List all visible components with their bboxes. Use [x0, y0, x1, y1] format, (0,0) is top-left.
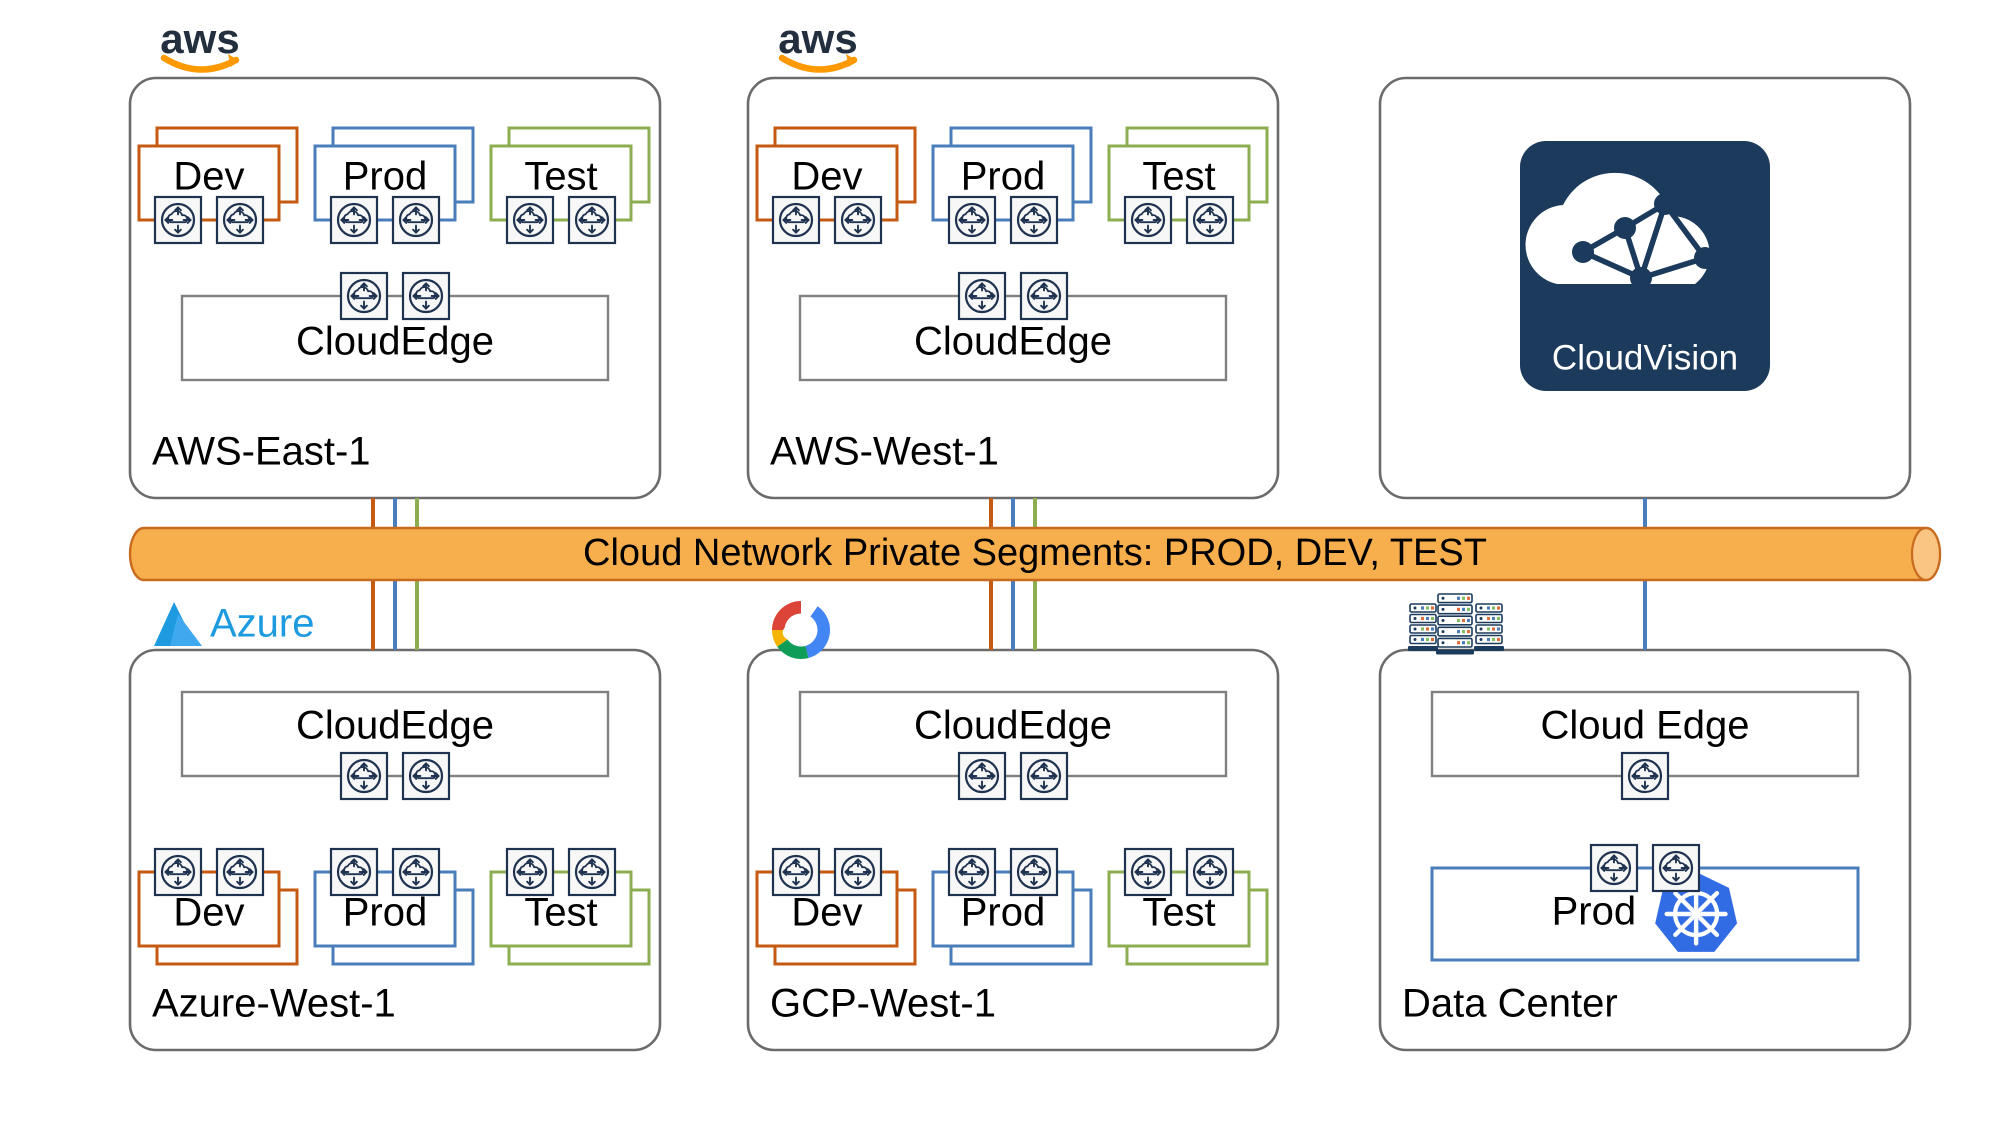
zone-label: AWS-West-1 — [770, 430, 999, 474]
cloudedge-label: Cloud Edge — [1540, 704, 1749, 748]
segment-label: Prod — [343, 891, 428, 935]
segment-label: Prod — [961, 891, 1046, 935]
router-icon — [957, 751, 1007, 801]
aws-wordmark: aws — [160, 15, 239, 62]
router-icon — [1589, 843, 1639, 893]
router-icon — [1651, 843, 1701, 893]
router-icon — [771, 195, 821, 245]
backbone-cylinder[interactable]: Cloud Network Private Segments: PROD, DE… — [128, 526, 1942, 582]
zone-aws-west-1[interactable]: AWS-West-1 aws Dev Prod Test CloudEdge — [746, 15, 1280, 500]
segment-label: Test — [524, 891, 597, 935]
segment-label: Test — [524, 155, 597, 199]
router-icon — [833, 847, 883, 897]
cloudvision-logo: CloudVision — [1520, 141, 1770, 391]
router-icon — [1019, 271, 1069, 321]
zone-label: GCP-West-1 — [770, 982, 996, 1026]
router-icon — [339, 751, 389, 801]
zone-label: Data Center — [1402, 982, 1618, 1026]
server-rack-icon — [1408, 593, 1504, 655]
segment-label: Dev — [173, 891, 244, 935]
router-icon — [401, 271, 451, 321]
google-cloud-logo — [772, 601, 830, 659]
router-icon — [1620, 751, 1670, 801]
zone-gcp-west-1[interactable]: GCP-West-1 CloudEdge Dev Prod Test — [746, 601, 1280, 1052]
zone-label: Azure-West-1 — [152, 982, 396, 1026]
router-icon — [947, 847, 997, 897]
segment-label: Dev — [791, 891, 862, 935]
router-icon — [329, 195, 379, 245]
router-icon — [505, 195, 555, 245]
router-icon — [1009, 847, 1059, 897]
backbone-label: Cloud Network Private Segments: PROD, DE… — [583, 532, 1487, 574]
cloudedge-label: CloudEdge — [296, 320, 494, 364]
azure-wordmark: Azure — [210, 602, 315, 646]
zone-cloudvision[interactable]: CloudVision — [1378, 76, 1912, 500]
segment-label: Prod — [343, 155, 428, 199]
zone-label: AWS-East-1 — [152, 430, 371, 474]
zone-aws-east-1[interactable]: AWS-East-1 aws Dev Prod Test CloudEdge — [128, 15, 662, 500]
cloudedge-label: CloudEdge — [296, 704, 494, 748]
cloudedge-label: CloudEdge — [914, 704, 1112, 748]
router-icon — [391, 195, 441, 245]
router-icon — [1185, 195, 1235, 245]
router-icon — [567, 847, 617, 897]
router-icon — [215, 847, 265, 897]
router-icon — [1185, 847, 1235, 897]
router-icon — [153, 847, 203, 897]
router-icon — [947, 195, 997, 245]
diagram-canvas: AWS-East-1 aws Dev Prod Test CloudEdge AWS-Wes… — [0, 0, 2000, 1125]
segment-label: Dev — [791, 155, 862, 199]
cloudedge-label: CloudEdge — [914, 320, 1112, 364]
segment-rect — [1430, 866, 1860, 962]
router-icon — [1123, 195, 1173, 245]
segment-label: Dev — [173, 155, 244, 199]
aws-logo: aws — [160, 15, 240, 73]
zone-azure-west-1[interactable]: Azure-West-1 Azure CloudEdge Dev Prod Test — [128, 602, 662, 1052]
router-icon — [153, 195, 203, 245]
segment-label: Prod — [1552, 890, 1637, 934]
router-icon — [1019, 751, 1069, 801]
router-icon — [771, 847, 821, 897]
router-icon — [505, 847, 555, 897]
router-icon — [215, 195, 265, 245]
router-icon — [1123, 847, 1173, 897]
cloudvision-label: CloudVision — [1552, 338, 1738, 377]
router-icon — [401, 751, 451, 801]
router-icon — [957, 271, 1007, 321]
router-icon — [329, 847, 379, 897]
azure-logo: Azure — [154, 602, 315, 646]
backbone-end-cap — [1910, 526, 1942, 582]
segment-label: Test — [1142, 155, 1215, 199]
router-icon — [1009, 195, 1059, 245]
zone-data-center[interactable]: Data Center Cloud Edge Prod — [1378, 593, 1912, 1052]
aws-logo: aws — [778, 15, 858, 73]
router-icon — [339, 271, 389, 321]
segment-label: Prod — [961, 155, 1046, 199]
aws-wordmark: aws — [778, 15, 857, 62]
segment-label: Test — [1142, 891, 1215, 935]
router-icon — [391, 847, 441, 897]
network-diagram: AWS-East-1awsDev Prod TestCloudEdgeAWS-Wes… — [128, 15, 1942, 1052]
router-icon — [567, 195, 617, 245]
router-icon — [833, 195, 883, 245]
